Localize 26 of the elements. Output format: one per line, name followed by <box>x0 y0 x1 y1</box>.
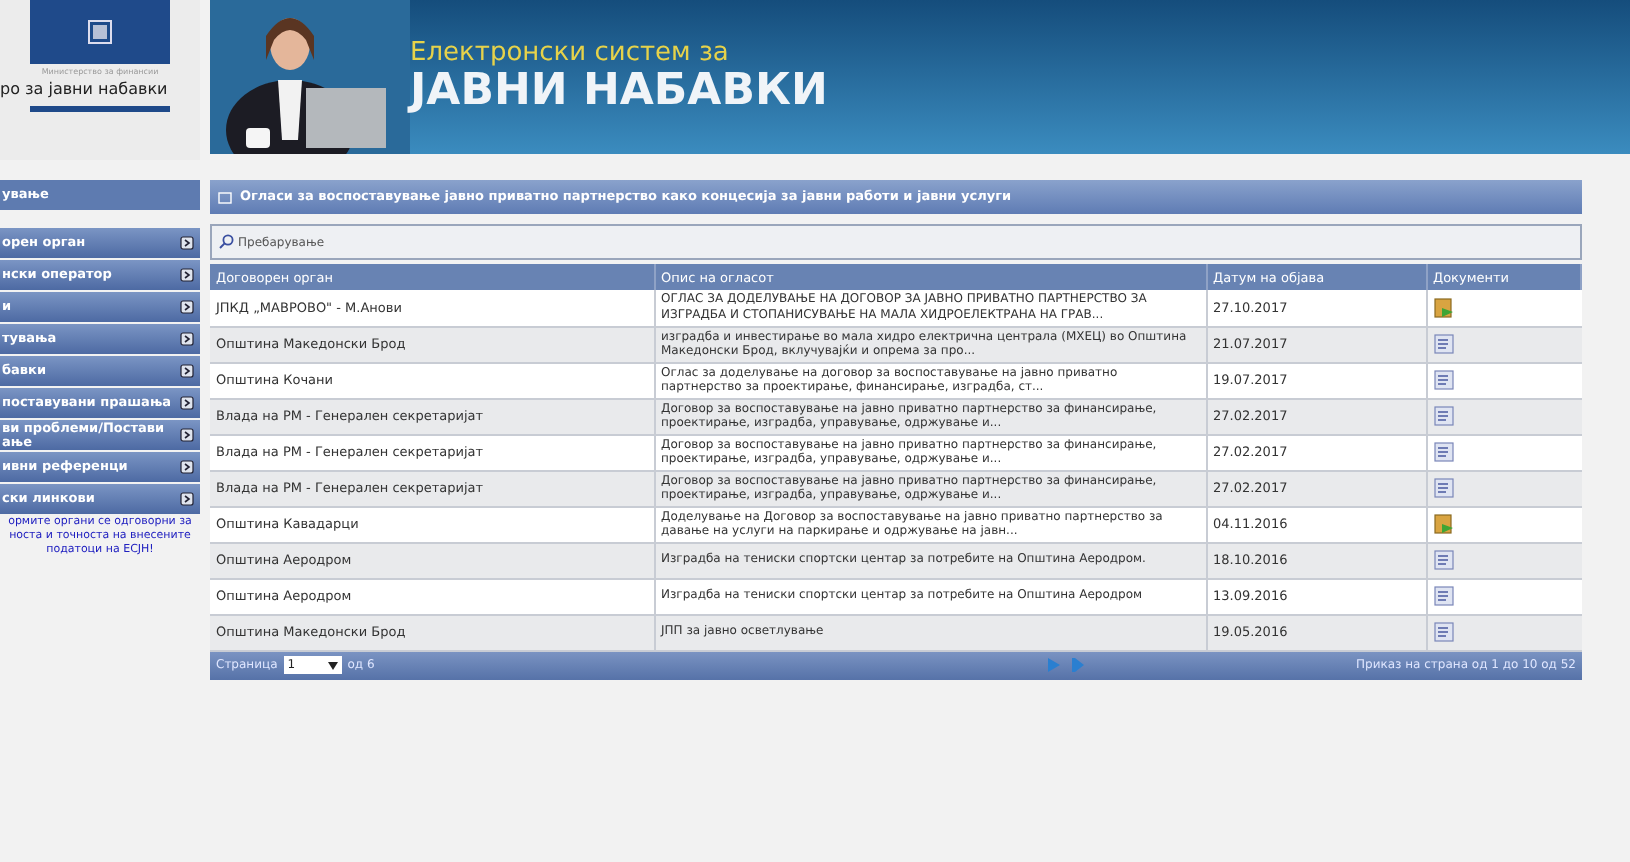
document-icon[interactable] <box>1433 406 1453 426</box>
arrow-icon <box>180 460 194 474</box>
banner-subtitle: Електронски систем за <box>410 39 731 67</box>
document-icon[interactable] <box>1433 442 1453 462</box>
document-icon[interactable] <box>1433 550 1453 570</box>
arrow-icon <box>180 396 194 410</box>
arrow-icon <box>180 300 194 314</box>
image-document-icon[interactable] <box>1433 514 1453 534</box>
arrow-icon <box>180 236 194 250</box>
search-icon <box>218 234 234 250</box>
arrow-icon <box>180 428 194 442</box>
arrow-icon <box>180 492 194 506</box>
document-icon[interactable] <box>1433 370 1453 390</box>
document-icon[interactable] <box>1433 586 1453 606</box>
banner-title: ЈАВНИ НАБАВКИ <box>410 67 828 115</box>
dropdown-icon <box>327 661 338 669</box>
document-icon[interactable] <box>1433 622 1453 642</box>
document-icon[interactable] <box>1433 334 1453 354</box>
arrow-icon <box>180 268 194 282</box>
emblem-icon <box>88 20 112 44</box>
document-icon[interactable] <box>1433 478 1453 498</box>
arrow-icon <box>180 332 194 346</box>
logo-text: ро за јавни набавки <box>0 78 168 102</box>
image-document-icon[interactable] <box>1433 297 1453 318</box>
panel-icon <box>218 191 232 203</box>
arrow-icon <box>180 364 194 378</box>
